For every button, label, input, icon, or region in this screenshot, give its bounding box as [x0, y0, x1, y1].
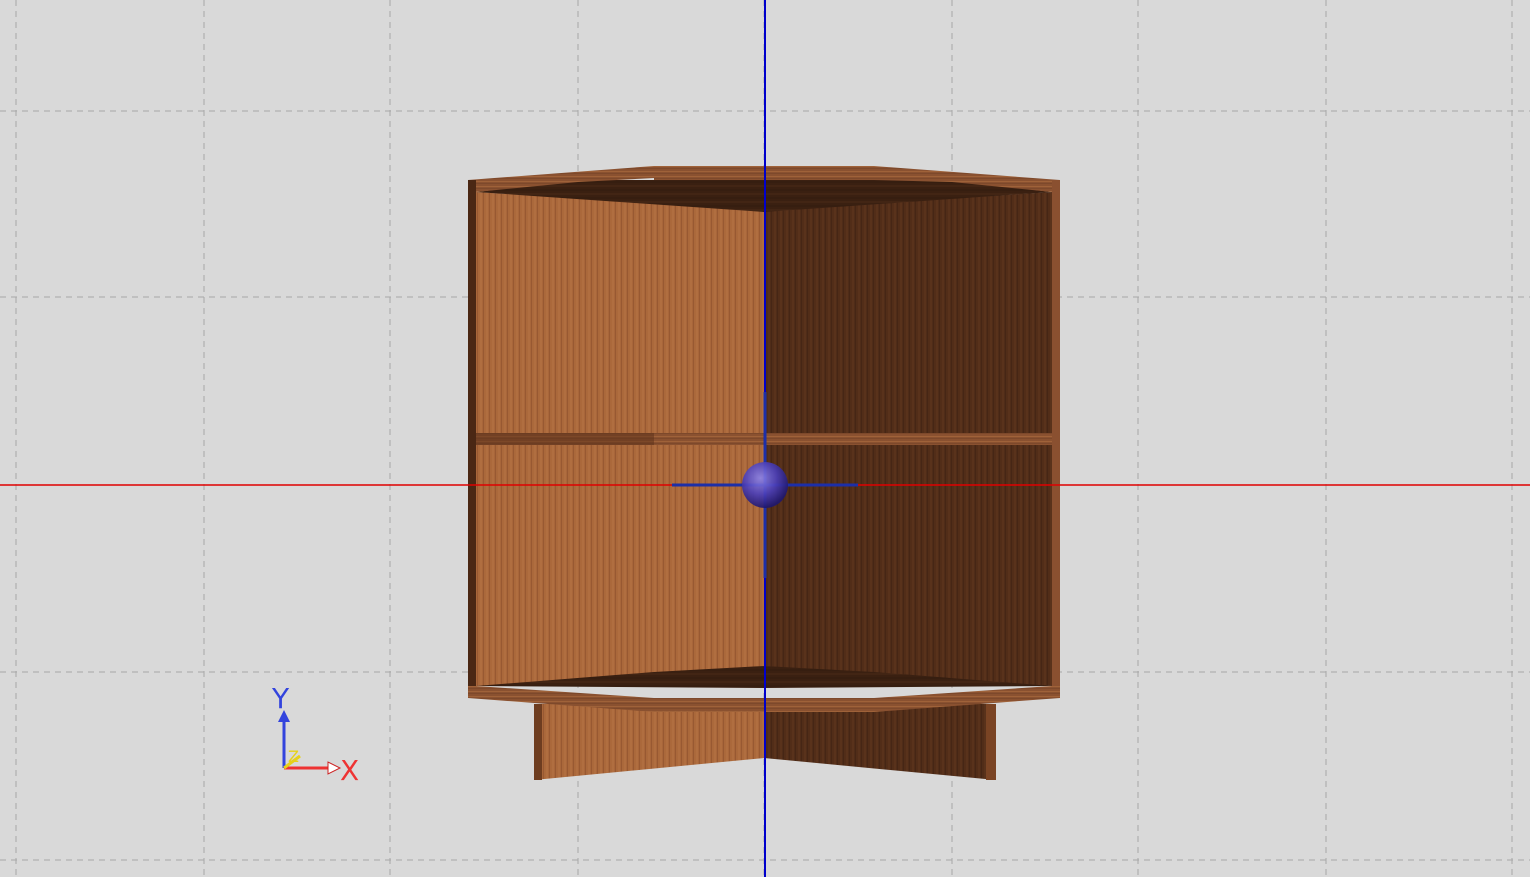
gizmo-sphere[interactable]	[742, 462, 788, 508]
scene-canvas[interactable]: Y X Z	[0, 0, 1530, 877]
plinth-right-edge	[986, 704, 996, 780]
triad-y-label: Y	[271, 682, 290, 715]
triad-x-label: X	[340, 754, 359, 787]
side-edge-left	[468, 180, 476, 698]
side-edge-right	[1052, 180, 1060, 698]
triad-z-label: Z	[288, 747, 299, 766]
plinth-left-edge	[534, 704, 542, 780]
3d-viewport[interactable]: Y X Z	[0, 0, 1530, 877]
middle-shelf-left-shade	[476, 433, 654, 445]
